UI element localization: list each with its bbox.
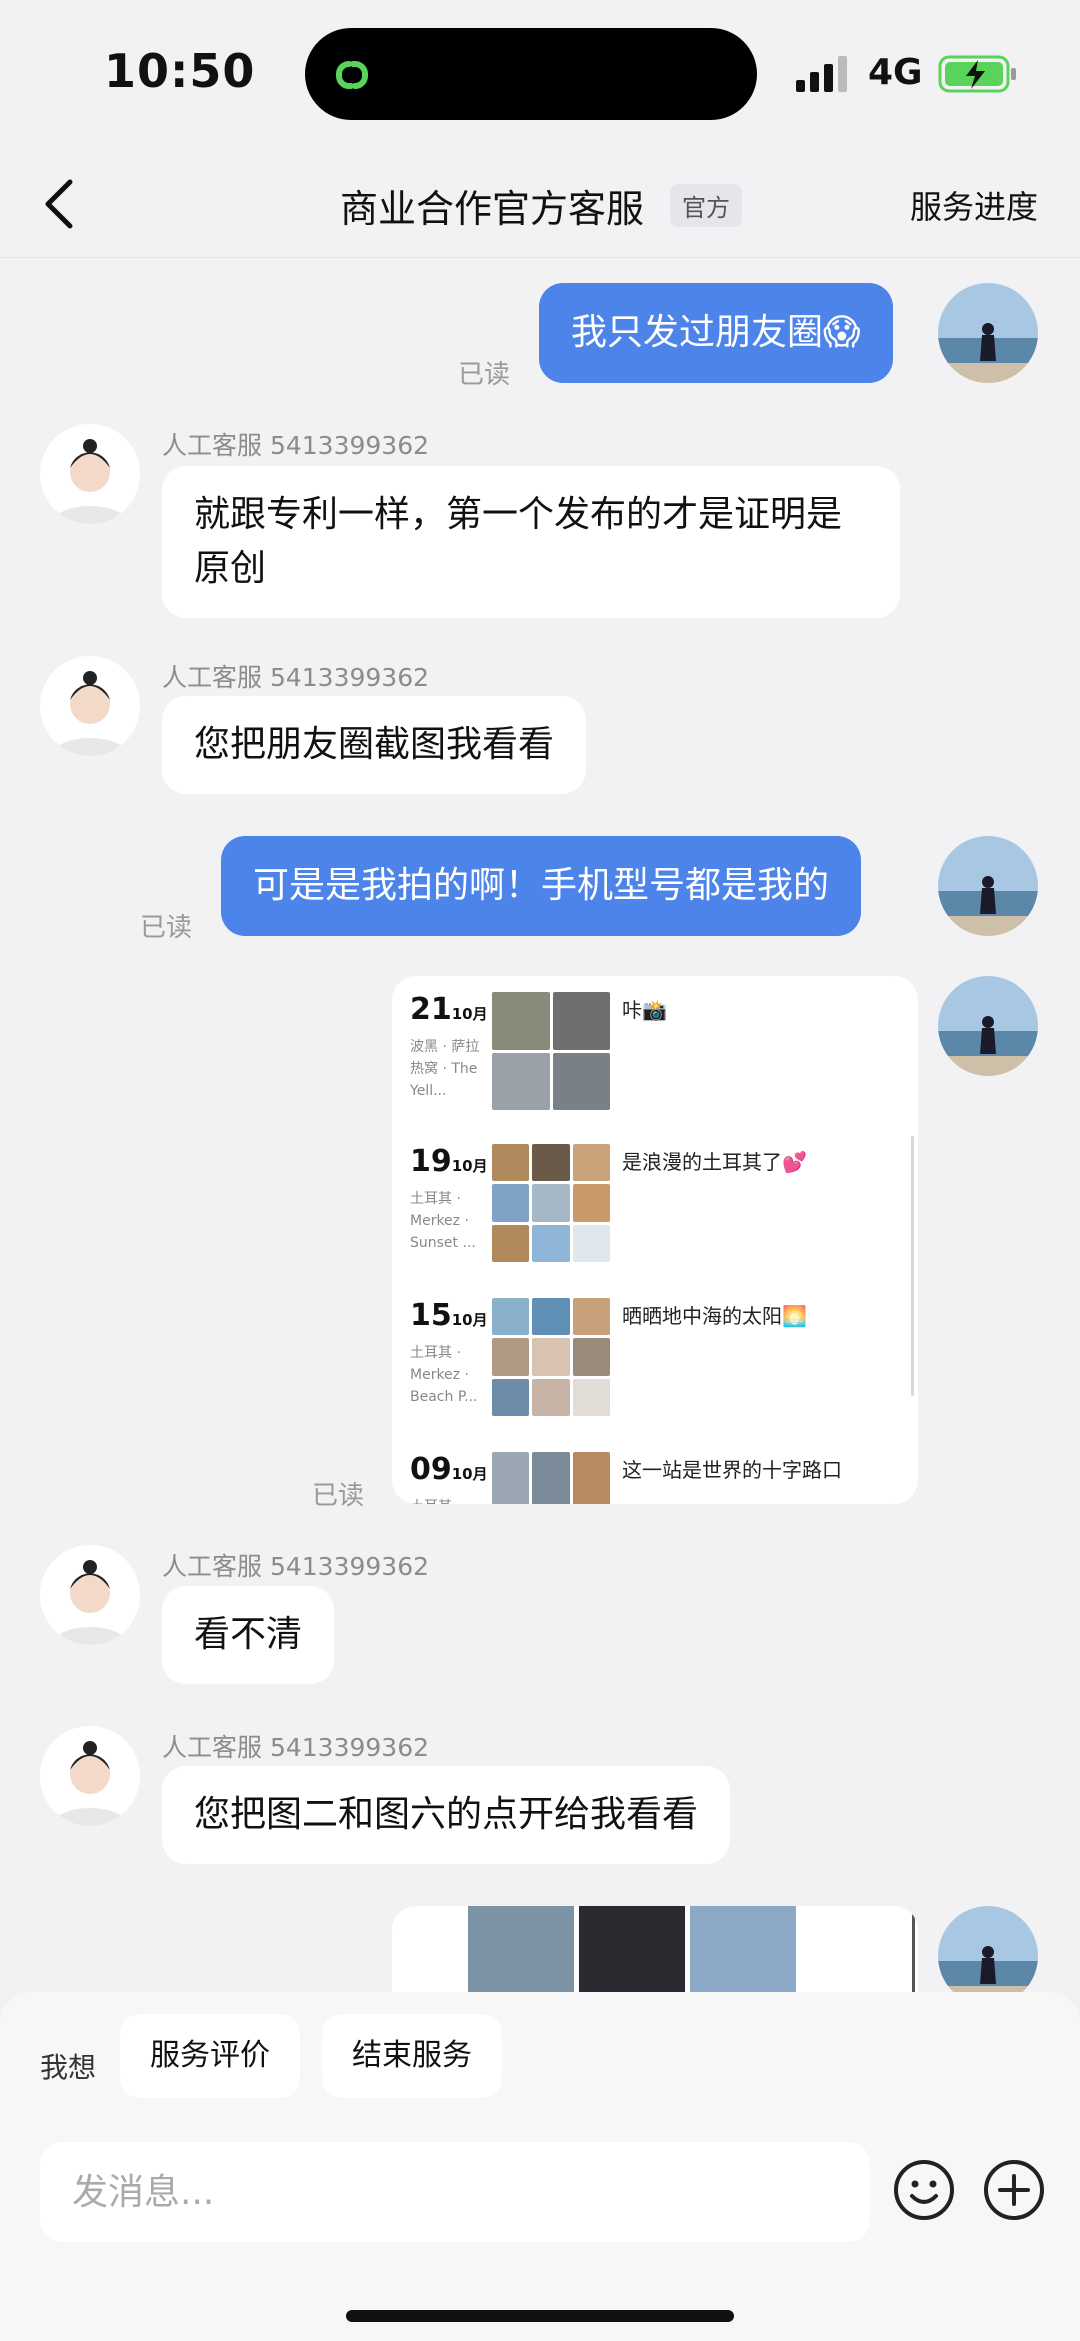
photo-thumb [468,1906,574,2006]
read-receipt: 已读 [458,360,511,390]
agent-avatar[interactable] [40,1545,140,1645]
incoming-message-bubble[interactable]: 看不清 [162,1586,335,1684]
agent-avatar[interactable] [40,1726,140,1826]
home-indicator [346,2310,734,2322]
post-photo-grid [492,992,610,1110]
post-day: 19 [410,1144,452,1179]
post-day: 09 [410,1452,452,1487]
read-receipt: 已读 [140,913,193,943]
outgoing-message-bubble[interactable]: 可是是我拍的啊！手机型号都是我的 [221,836,862,936]
post-month: 10月 [451,1311,488,1329]
service-progress-link[interactable]: 服务进度 [910,182,1038,228]
post-caption: 这一站是世界的十字路口 [622,1458,842,1482]
post-month: 10月 [451,1005,488,1023]
post-month: 10月 [451,1157,488,1175]
agent-name-label: 人工客服 5413399362 [162,1552,430,1581]
post-photo-grid [492,1298,610,1416]
user-avatar[interactable] [938,1906,1038,2006]
outgoing-message-bubble[interactable]: 我只发过朋友圈😱 [539,283,893,383]
read-receipt: 已读 [312,1481,365,1511]
incoming-message-bubble[interactable]: 就跟专利一样，第一个发布的才是证明是原创 [162,466,900,618]
official-badge: 官方 [670,184,742,227]
agent-name-label: 人工客服 5413399362 [162,431,430,460]
incoming-message-bubble[interactable]: 您把图二和图六的点开给我看看 [162,1766,731,1864]
moment-post: 1910月 土耳其 · Merkez · Sunset ... 是浪漫的土耳其了… [410,1144,910,1284]
photo-thumb [690,1906,796,2006]
status-time: 10:50 [104,44,256,98]
moments-screenshot-image[interactable]: 2110月 波黑 · 萨拉热窝 · The Yell... 咔📸 1910月 土… [392,976,918,1504]
post-day: 15 [410,1298,452,1333]
incoming-message-bubble[interactable]: 您把朋友圈截图我看看 [162,696,587,794]
photo-collage-image[interactable] [392,1906,918,2006]
end-service-chip[interactable]: 结束服务 [322,2014,502,2098]
battery-charging-icon [938,55,1016,93]
bottom-input-panel: 我想 服务评价 结束服务 [0,1992,1080,2341]
image-scrollbar [912,1912,915,2002]
quick-action-label: 我想 [40,2051,97,2084]
user-avatar[interactable] [938,976,1038,1076]
post-location: 土耳其 · Merkez · Beach P... [410,1345,478,1405]
post-location: 土耳其 · Merkez · Sunset ... [410,1191,476,1251]
message-input[interactable] [40,2142,870,2242]
post-caption: 是浪漫的土耳其了💕 [622,1150,807,1174]
agent-name-label: 人工客服 5413399362 [162,1733,430,1762]
back-chevron-icon[interactable] [40,176,80,232]
moment-post: 0910月 土耳其 · 这一站是世界的十字路口 [410,1452,910,1504]
photo-thumb [579,1906,685,2006]
post-caption: 晒晒地中海的太阳🌅 [622,1304,807,1328]
moment-post: 1510月 土耳其 · Merkez · Beach P... 晒晒地中海的太阳… [410,1298,910,1438]
agent-avatar[interactable] [40,424,140,524]
post-caption: 咔📸 [622,998,667,1022]
post-photo-grid [492,1452,610,1504]
post-location: 波黑 · 萨拉热窝 · The Yell... [410,1039,480,1099]
agent-name-label: 人工客服 5413399362 [162,663,430,692]
post-day: 21 [410,992,452,1027]
agent-avatar[interactable] [40,656,140,756]
signal-icon [796,56,847,92]
dynamic-island [305,28,757,120]
plus-icon[interactable] [982,2158,1046,2222]
link-app-icon [336,61,368,89]
post-photo-grid [492,1144,610,1262]
chat-header: 商业合作官方客服 官方 服务进度 [0,150,1080,258]
moment-post: 2110月 波黑 · 萨拉热窝 · The Yell... 咔📸 [410,992,910,1132]
message-input-box[interactable] [40,2142,870,2242]
emoji-icon[interactable] [892,2158,956,2222]
status-bar: 10:50 4G [0,0,1080,150]
service-rating-chip[interactable]: 服务评价 [120,2014,300,2098]
user-avatar[interactable] [938,283,1038,383]
screenshot-scrollbar [911,1136,914,1396]
network-type: 4G [868,52,923,93]
post-location: 土耳其 · [410,1496,486,1504]
post-month: 10月 [451,1465,488,1483]
chat-title: 商业合作官方客服 [340,187,645,231]
user-avatar[interactable] [938,836,1038,936]
